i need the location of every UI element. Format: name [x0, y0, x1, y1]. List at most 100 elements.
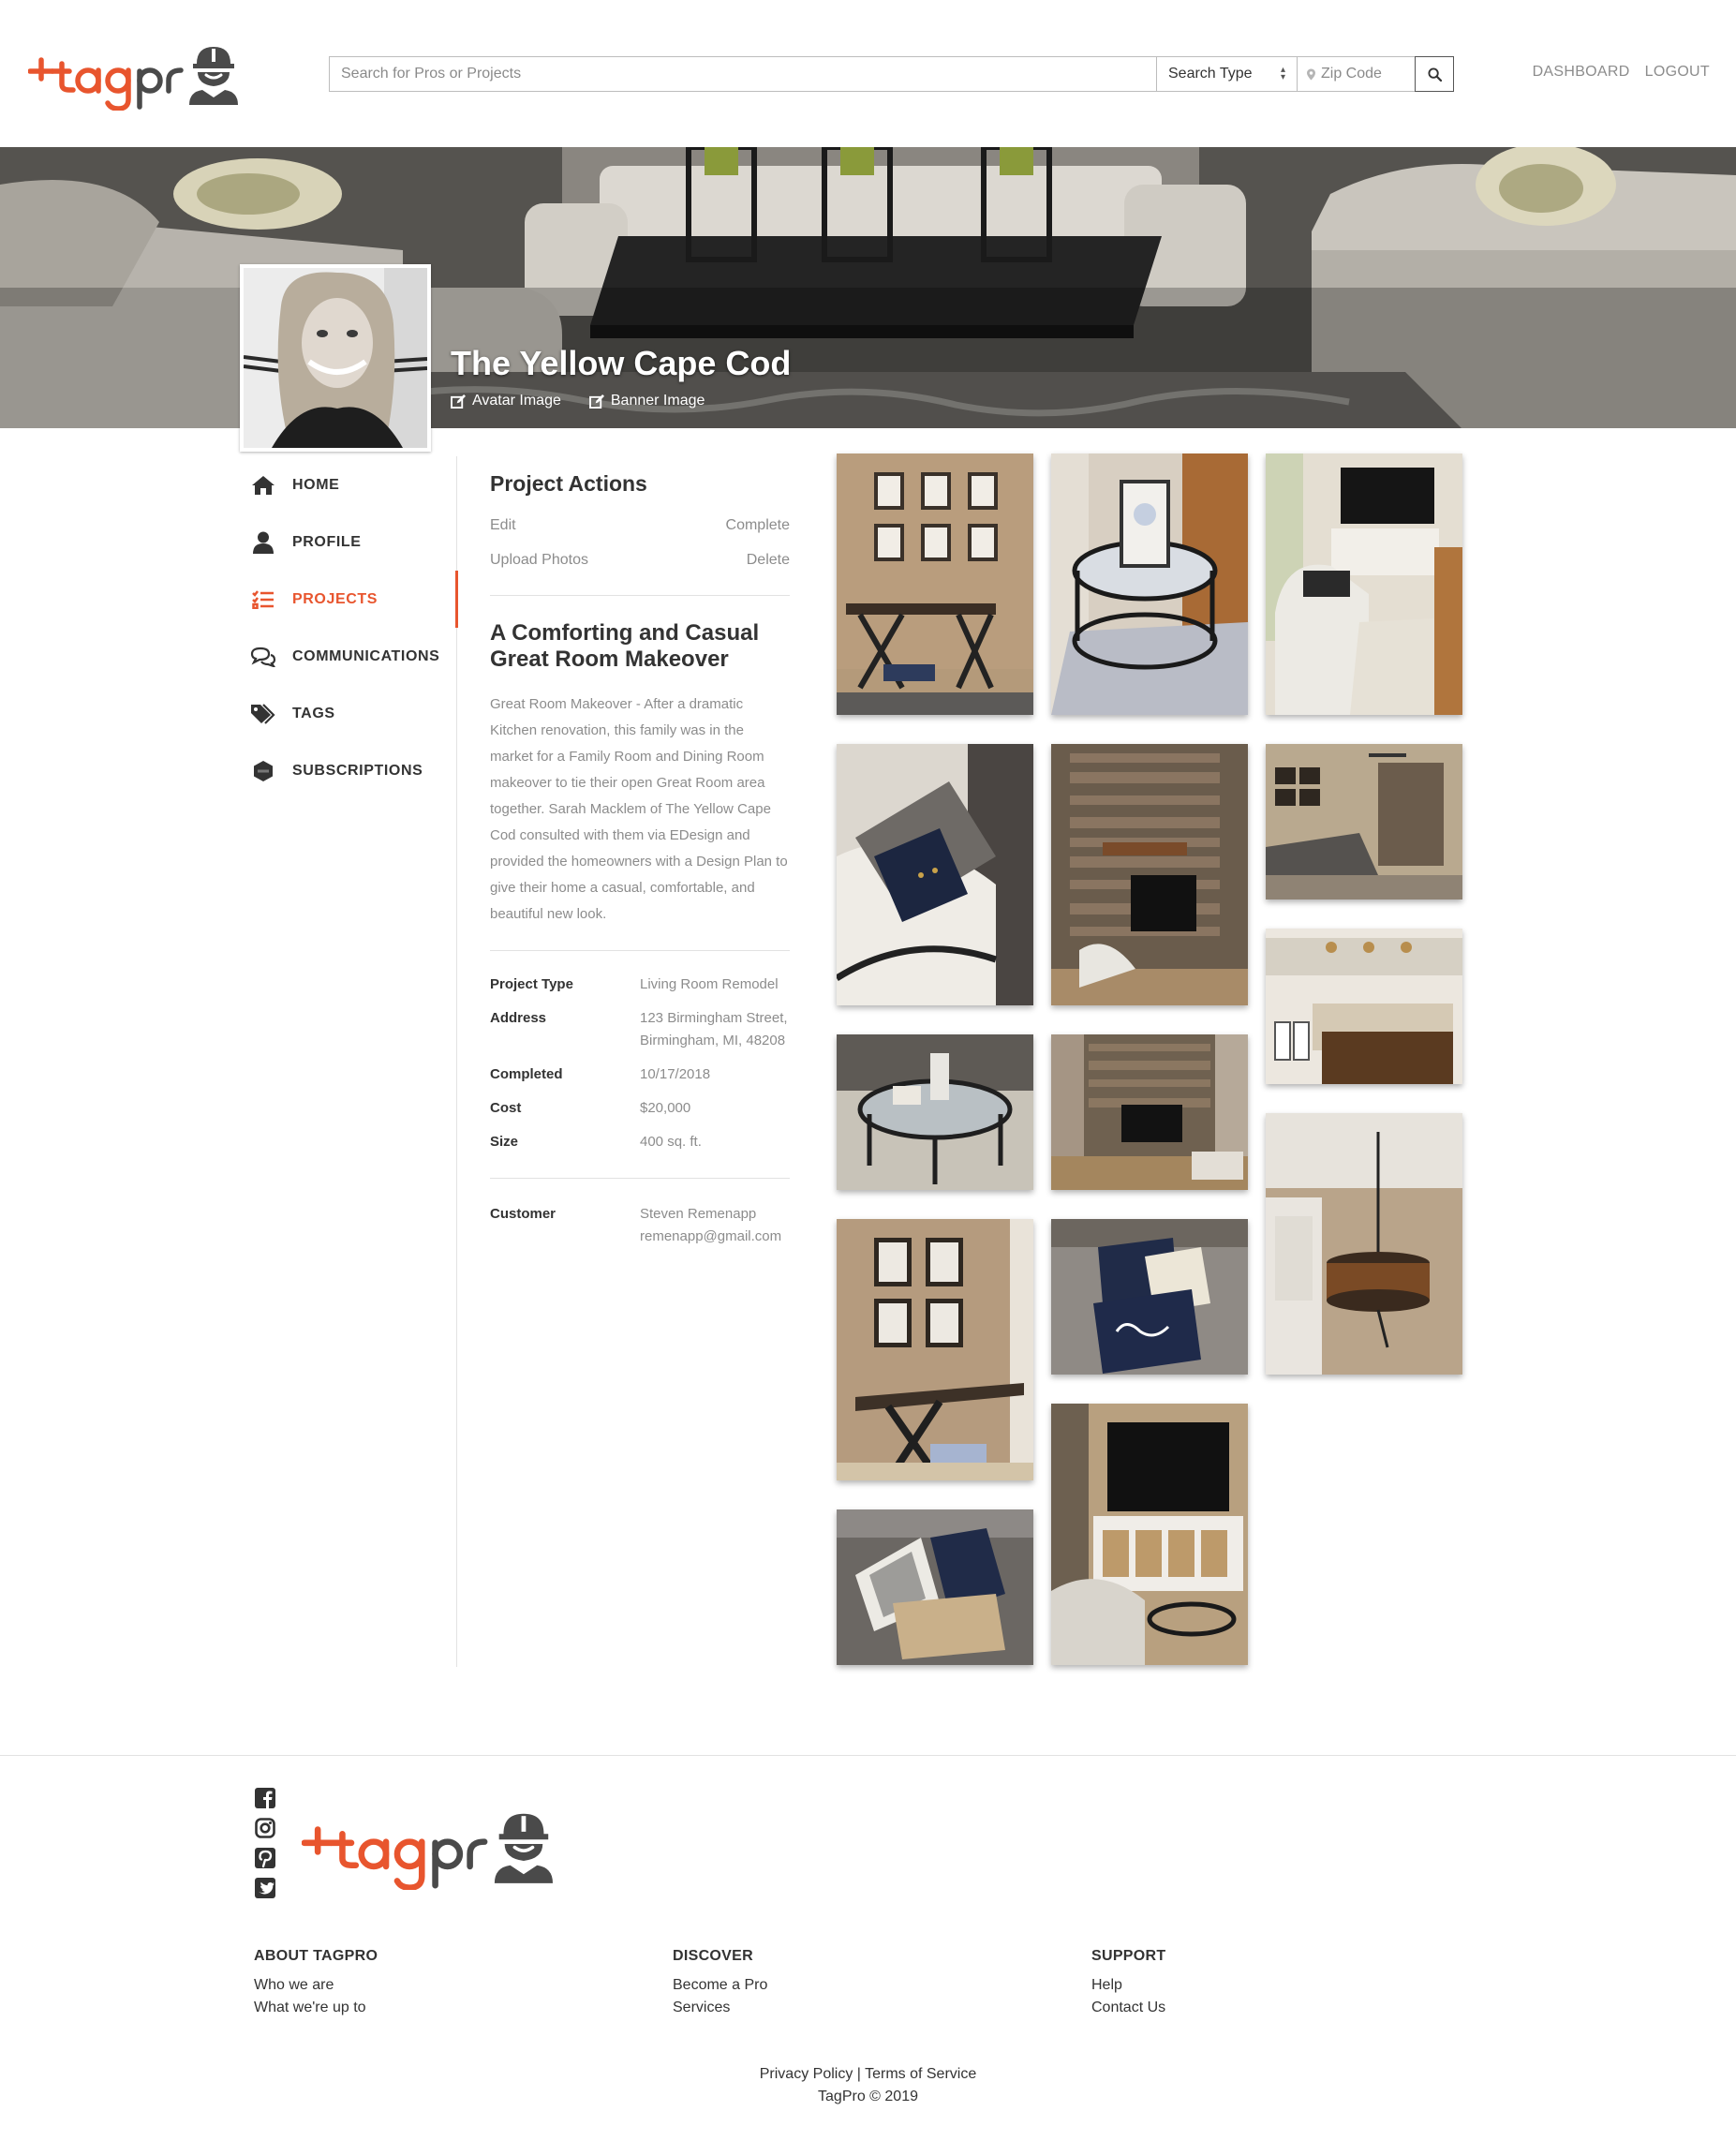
gallery-photo[interactable]	[1051, 453, 1248, 715]
select-caret-icon: ▴ ▾	[1280, 65, 1285, 82]
project-title: A Comforting and Casual Great Room Makeo…	[490, 620, 760, 672]
site-footer: ABOUT TAGPRO Who we are What we're up to…	[0, 1755, 1736, 2141]
address-value: 123 Birmingham Street, Birmingham, MI, 4…	[640, 1010, 788, 1048]
fact-label: Completed	[490, 1066, 563, 1082]
search-button[interactable]	[1415, 56, 1454, 92]
copyright: TagPro © 2019	[818, 2089, 918, 2104]
dashboard-link[interactable]: DASHBOARD	[1533, 64, 1630, 81]
what-were-up-to-link[interactable]: What we're up to	[254, 1997, 378, 2019]
gallery-photo[interactable]	[1266, 1113, 1462, 1375]
footer-column-discover: DISCOVER Become a Pro Services	[673, 1948, 767, 2019]
gallery-photo[interactable]	[1051, 1034, 1248, 1190]
fact-label: Project Type	[490, 976, 573, 992]
zip-input[interactable]	[1321, 66, 1405, 82]
sidebar-item-label: PROFILE	[292, 533, 362, 550]
gallery-photo[interactable]	[837, 1034, 1033, 1190]
search-bar: Search Type ▴▾	[329, 56, 1454, 92]
sidebar-item-projects[interactable]: PROJECTS	[245, 571, 458, 628]
sidebar-item-profile[interactable]: PROFILE	[245, 513, 456, 571]
gallery-photo[interactable]	[837, 453, 1033, 715]
divider	[490, 1178, 790, 1179]
sidebar-item-home[interactable]: HOME	[245, 456, 456, 513]
page-title: The Yellow Cape Cod	[451, 344, 792, 382]
sidebar-item-label: PROJECTS	[292, 590, 378, 607]
upload-photos-link[interactable]: Upload Photos	[490, 552, 640, 569]
gallery-photo[interactable]	[1051, 744, 1248, 1005]
avatar-image-link[interactable]: Avatar Image	[451, 393, 561, 409]
privacy-policy-link[interactable]: Privacy Policy	[760, 2066, 853, 2082]
edit-icon	[588, 394, 604, 409]
who-we-are-link[interactable]: Who we are	[254, 1974, 378, 1997]
services-link[interactable]: Services	[673, 1997, 767, 2019]
footer-heading: SUPPORT	[1091, 1948, 1166, 1964]
fact-label: Size	[490, 1134, 519, 1150]
sidebar-item-label: COMMUNICATIONS	[292, 647, 440, 664]
customer-email: remenapp@gmail.com	[640, 1228, 782, 1244]
gallery-photo[interactable]	[837, 744, 1033, 1005]
tags-icon	[249, 700, 277, 728]
project-type-value: Living Room Remodel	[640, 976, 779, 992]
project-actions-heading: Project Actions	[490, 471, 647, 496]
edit-link[interactable]: Edit	[490, 517, 640, 534]
fact-label: Address	[490, 1010, 547, 1026]
terms-of-service-link[interactable]: Terms of Service	[865, 2066, 976, 2082]
tagpro-logo[interactable]	[28, 43, 245, 111]
facebook-icon[interactable]	[254, 1787, 276, 1808]
footer-column-about: ABOUT TAGPRO Who we are What we're up to	[254, 1948, 378, 2019]
pinterest-icon[interactable]	[254, 1847, 276, 1868]
gallery-photo[interactable]	[1266, 744, 1462, 900]
gallery-photo[interactable]	[1266, 453, 1462, 715]
sidebar-item-subscriptions[interactable]: SUBSCRIPTIONS	[245, 742, 456, 799]
top-nav: DASHBOARD LOGOUT	[1533, 64, 1710, 81]
help-link[interactable]: Help	[1091, 1974, 1165, 1997]
gallery-photo[interactable]	[1051, 1219, 1248, 1375]
sidebar: HOME PROFILE PROJECTS COMMUNICATIONS TAG…	[245, 456, 458, 1667]
customer-label: Customer	[490, 1206, 556, 1222]
avatar-photo	[244, 268, 427, 448]
comments-icon	[249, 643, 277, 671]
banner-image-link[interactable]: Banner Image	[588, 393, 705, 409]
complete-link[interactable]: Complete	[640, 517, 790, 534]
sidebar-item-label: SUBSCRIPTIONS	[292, 762, 423, 779]
home-icon	[249, 471, 277, 499]
legal-divider: |	[856, 2066, 861, 2082]
footer-column-support: SUPPORT Help Contact Us	[1091, 1948, 1165, 2019]
map-pin-icon	[1307, 68, 1315, 80]
contact-us-link[interactable]: Contact Us	[1091, 1997, 1165, 2019]
social-links	[254, 1787, 276, 1898]
twitter-icon[interactable]	[254, 1877, 276, 1898]
gallery-photo[interactable]	[837, 1219, 1033, 1480]
footer-heading: ABOUT TAGPRO	[254, 1948, 378, 1964]
search-icon	[1427, 67, 1442, 82]
tasks-icon	[249, 586, 277, 614]
gallery-photo[interactable]	[1266, 929, 1462, 1084]
customer-name: Steven Remenapp	[640, 1206, 757, 1222]
project-facts: Project Type Living Room Remodel Address…	[490, 974, 790, 1153]
sidebar-item-communications[interactable]: COMMUNICATIONS	[245, 628, 456, 685]
gallery-photo[interactable]	[1051, 1404, 1248, 1665]
banner-edit-links: Avatar Image Banner Image	[451, 393, 705, 409]
customer-value: Steven Remenapp remenapp@gmail.com	[640, 1203, 790, 1248]
pro-badge-icon	[249, 757, 277, 785]
search-type-select[interactable]: Search Type ▴ ▾	[1156, 56, 1297, 92]
delete-link[interactable]: Delete	[640, 552, 790, 569]
project-actions: Edit Complete Upload Photos Delete	[490, 517, 790, 569]
avatar[interactable]	[240, 264, 431, 452]
project-description: Great Room Makeover - After a dramatic K…	[490, 696, 788, 922]
become-a-pro-link[interactable]: Become a Pro	[673, 1974, 767, 1997]
legal-links: Privacy Policy | Terms of Service TagPro…	[0, 2063, 1736, 2108]
tagpro-logo[interactable]	[302, 1809, 562, 1890]
footer-heading: DISCOVER	[673, 1948, 753, 1964]
search-input[interactable]	[329, 56, 1156, 92]
banner-image-label: Banner Image	[610, 393, 705, 409]
instagram-icon[interactable]	[254, 1817, 276, 1838]
sidebar-item-tags[interactable]: TAGS	[245, 685, 456, 742]
zip-field[interactable]	[1297, 56, 1415, 92]
fact-label: Cost	[490, 1100, 522, 1116]
gallery-photo[interactable]	[837, 1509, 1033, 1665]
divider	[490, 595, 790, 596]
project-detail: Project Actions Edit Complete Upload Pho…	[490, 456, 790, 1248]
divider	[490, 950, 790, 951]
logout-link[interactable]: LOGOUT	[1645, 64, 1710, 81]
customer-info: Customer Steven Remenapp remenapp@gmail.…	[490, 1203, 790, 1248]
